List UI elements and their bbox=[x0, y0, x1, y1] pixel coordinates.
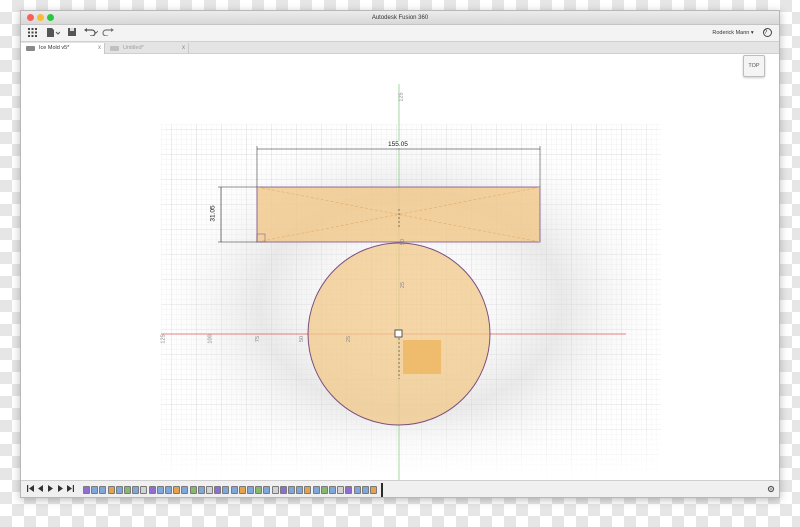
timeline-feature-icon[interactable] bbox=[312, 486, 320, 494]
design-canvas[interactable]: 155.05 31.05 125 125 100 75 50 25 25 50 bbox=[21, 54, 780, 484]
timeline-feature-icon[interactable] bbox=[320, 486, 328, 494]
timeline-feature-icon[interactable] bbox=[230, 486, 238, 494]
timeline-feature-icon[interactable] bbox=[115, 486, 123, 494]
ruler-label-vert-50: 50 bbox=[400, 238, 407, 246]
save-icon[interactable] bbox=[67, 28, 77, 39]
timeline-feature-icon[interactable] bbox=[263, 486, 271, 494]
timeline-feature-icon[interactable] bbox=[361, 486, 369, 494]
timeline-feature-icon[interactable] bbox=[296, 486, 304, 494]
ruler-label-100: 100 bbox=[207, 334, 214, 344]
tab-untitled[interactable]: Untitled* x bbox=[105, 43, 189, 54]
view-cube[interactable]: TOP bbox=[743, 55, 765, 77]
close-tab-button[interactable]: x bbox=[98, 43, 101, 54]
timeline-feature-icon[interactable] bbox=[370, 486, 377, 494]
timeline-feature-icon[interactable] bbox=[247, 486, 254, 494]
timeline-feature-icon[interactable] bbox=[329, 486, 336, 494]
timeline-feature-icon[interactable] bbox=[222, 486, 230, 494]
timeline-feature-icon[interactable] bbox=[99, 486, 107, 494]
tab-ice-mold[interactable]: Ice Mold v5* x bbox=[21, 43, 105, 54]
redo-icon[interactable] bbox=[101, 28, 117, 39]
ruler-label-vert-25: 25 bbox=[400, 281, 407, 289]
timeline-feature-icon[interactable] bbox=[337, 486, 345, 494]
timeline-feature-icon[interactable] bbox=[124, 486, 131, 494]
title-bar: Autodesk Fusion 360 bbox=[21, 11, 779, 25]
timeline-feature-icon[interactable] bbox=[140, 486, 148, 494]
ruler-label-top: 125 bbox=[398, 92, 405, 102]
timeline-feature-icon[interactable] bbox=[238, 486, 246, 494]
minimize-window-button[interactable] bbox=[37, 14, 44, 21]
ruler-label-25: 25 bbox=[346, 335, 353, 343]
ruler-label-75: 75 bbox=[255, 335, 262, 343]
maximize-window-button[interactable] bbox=[47, 14, 54, 21]
timeline-bar bbox=[21, 480, 779, 497]
grid-icon[interactable] bbox=[27, 28, 37, 39]
window-title: Autodesk Fusion 360 bbox=[371, 15, 429, 21]
sketch-viewport[interactable] bbox=[21, 54, 780, 484]
timeline-feature-icon[interactable] bbox=[288, 486, 295, 494]
close-tab-button[interactable]: x bbox=[182, 43, 185, 54]
step-forward-icon[interactable] bbox=[57, 485, 64, 494]
play-icon[interactable] bbox=[47, 485, 54, 494]
close-window-button[interactable] bbox=[27, 14, 34, 21]
timeline-feature-icon[interactable] bbox=[173, 486, 181, 494]
timeline-feature-icon[interactable] bbox=[189, 486, 197, 494]
ruler-label-50: 50 bbox=[299, 335, 306, 343]
timeline-marker[interactable] bbox=[381, 483, 383, 497]
timeline-feature-icon[interactable] bbox=[181, 486, 189, 494]
skip-start-icon[interactable] bbox=[27, 485, 34, 494]
tab-label: Untitled* bbox=[123, 45, 144, 51]
timeline-feature-icon[interactable] bbox=[206, 486, 213, 494]
document-icon bbox=[26, 46, 35, 51]
timeline-feature-icon[interactable] bbox=[353, 486, 361, 494]
skip-end-icon[interactable] bbox=[67, 485, 74, 494]
timeline-feature-icon[interactable] bbox=[83, 486, 90, 494]
timeline-feature-icon[interactable] bbox=[279, 486, 287, 494]
width-dimension-value[interactable]: 155.05 bbox=[387, 141, 409, 148]
timeline-feature-icon[interactable] bbox=[148, 486, 156, 494]
timeline-feature-icon[interactable] bbox=[214, 486, 222, 494]
file-icon[interactable] bbox=[45, 28, 61, 39]
view-cube-label: TOP bbox=[748, 63, 760, 69]
timeline-feature-icon[interactable] bbox=[91, 486, 99, 494]
timeline-feature-icon[interactable] bbox=[345, 486, 353, 494]
timeline-feature-icon[interactable] bbox=[255, 486, 263, 494]
timeline-feature-icon[interactable] bbox=[165, 486, 172, 494]
document-icon bbox=[110, 46, 119, 51]
height-dimension-value[interactable]: 31.05 bbox=[210, 205, 217, 221]
user-menu[interactable]: Roderick Mann ▾ bbox=[711, 28, 755, 39]
application-toolbar: Roderick Mann ▾ ? bbox=[21, 25, 779, 42]
tab-label: Ice Mold v5* bbox=[39, 45, 70, 51]
square-profile[interactable] bbox=[403, 340, 441, 374]
timeline-track[interactable] bbox=[83, 481, 383, 497]
timeline-feature-icon[interactable] bbox=[132, 486, 140, 494]
undo-icon[interactable] bbox=[83, 28, 99, 39]
ruler-label-left: 125 bbox=[160, 334, 167, 344]
timeline-feature-icon[interactable] bbox=[197, 486, 205, 494]
timeline-feature-icon[interactable] bbox=[304, 486, 312, 494]
help-button[interactable]: ? bbox=[761, 28, 773, 39]
origin-point[interactable] bbox=[394, 329, 403, 338]
fusion-window: Autodesk Fusion 360 Roderick Mann ▾ ? Ic… bbox=[20, 10, 780, 498]
timeline-feature-icon[interactable] bbox=[107, 486, 115, 494]
gear-icon[interactable] bbox=[767, 485, 775, 495]
document-tabs: Ice Mold v5* x Untitled* x bbox=[21, 42, 779, 54]
timeline-feature-icon[interactable] bbox=[271, 486, 279, 494]
help-label: ? bbox=[764, 30, 768, 36]
timeline-feature-icon[interactable] bbox=[156, 486, 164, 494]
step-back-icon[interactable] bbox=[37, 485, 44, 494]
